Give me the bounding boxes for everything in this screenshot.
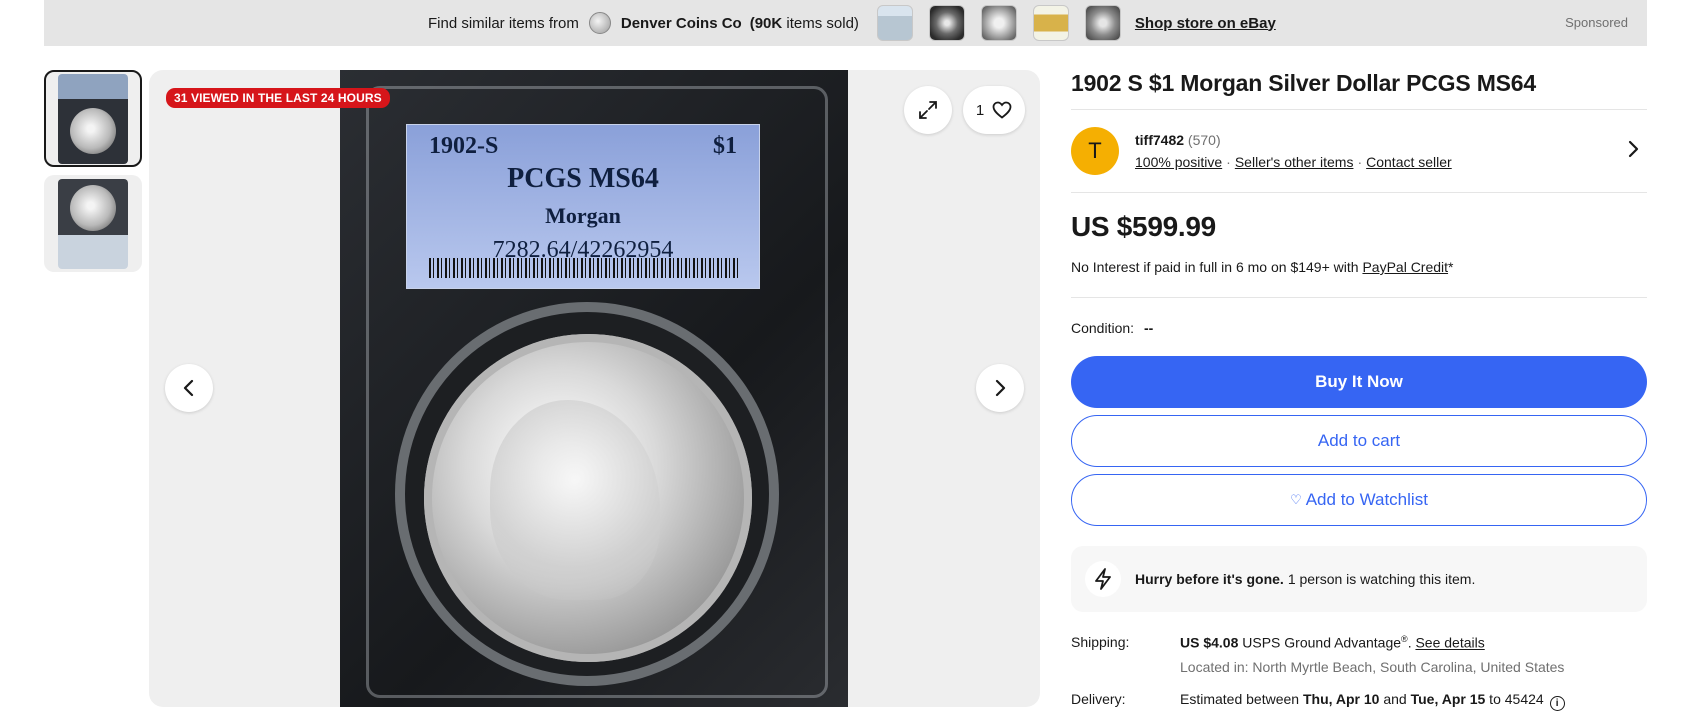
seller-links: 100% positive · Seller's other items · Conta… <box>1135 154 1452 170</box>
watch-count: 1 <box>975 101 985 119</box>
thumbnail-image <box>58 178 128 269</box>
banner-thumbnails <box>876 5 1121 41</box>
divider <box>1071 297 1647 298</box>
add-to-watchlist-label: Add to Watchlist <box>1305 490 1428 509</box>
shipping-period: . <box>1407 634 1412 651</box>
buy-it-now-button[interactable]: Buy It Now <box>1071 356 1647 408</box>
condition-label: Condition: <box>1071 320 1135 336</box>
banner-thumbnail[interactable] <box>1032 5 1069 41</box>
shipping-value: US $4.08 USPS Ground Advantage®. See det… <box>1180 634 1485 651</box>
store-logo-icon[interactable] <box>588 12 611 34</box>
items-sold-label: items sold) <box>782 14 859 32</box>
seller-identity: tiff7482 (570) <box>1135 132 1452 148</box>
expand-button[interactable] <box>904 86 952 134</box>
slab-denomination: $1 <box>713 133 737 159</box>
positive-feedback-link[interactable]: 100% positive <box>1135 154 1222 170</box>
bolt-icon <box>1095 568 1111 590</box>
financing-asterisk: * <box>1448 259 1454 275</box>
coin-slab-image: 1902-S $1 PCGS MS64 Morgan 7282.64/42262… <box>340 70 848 707</box>
thumbnail-image <box>58 73 128 164</box>
watch-count-button[interactable]: 1 <box>963 86 1025 134</box>
divider <box>1071 192 1647 193</box>
shipping-label: Shipping: <box>1071 634 1130 650</box>
item-info-panel: 1902 S $1 Morgan Silver Dollar PCGS MS64… <box>1071 66 1647 711</box>
condition-row: Condition: -- <box>1071 320 1647 336</box>
banner-thumbnail[interactable] <box>876 5 913 41</box>
chevron-right-icon <box>995 379 1006 397</box>
seller-card[interactable]: T tiff7482 (570) 100% positive · Seller's … <box>1071 110 1647 192</box>
banner-content: Find similar items from Denver Coins Co … <box>428 0 1276 46</box>
slab-barcode <box>429 258 739 278</box>
delivery-label: Delivery: <box>1071 690 1126 707</box>
financing-offer: No Interest if paid in full in 6 mo on $… <box>1071 259 1647 275</box>
delivery-zip: to 45424 <box>1485 690 1544 707</box>
chevron-right-icon[interactable] <box>1627 140 1639 158</box>
thumbnail-front[interactable] <box>44 70 142 167</box>
sponsored-label: Sponsored <box>1565 15 1628 30</box>
items-sold-count: (90K <box>749 14 783 32</box>
slab-label: 1902-S $1 PCGS MS64 Morgan 7282.64/42262… <box>406 124 760 289</box>
shipping-row: Shipping: US $4.08 USPS Ground Advantage… <box>1071 634 1647 651</box>
sponsored-store-banner: Find similar items from Denver Coins Co … <box>44 0 1647 46</box>
store-name[interactable]: Denver Coins Co <box>621 15 742 32</box>
main-image-stage[interactable]: 31 VIEWED IN THE LAST 24 HOURS 1902-S $1… <box>149 70 1040 707</box>
delivery-and: and <box>1379 690 1411 707</box>
separator-dot: · <box>1357 154 1363 170</box>
heart-icon: ♡ <box>1290 492 1302 507</box>
item-price: US $599.99 <box>1071 211 1216 242</box>
banner-thumbnail[interactable] <box>928 5 965 41</box>
condition-value: -- <box>1143 320 1154 336</box>
delivery-end: Tue, Apr 15 <box>1410 690 1486 707</box>
next-image-button[interactable] <box>976 364 1024 412</box>
slab-year: 1902-S <box>429 133 499 159</box>
financing-text: No Interest if paid in full in 6 mo on $… <box>1071 259 1363 275</box>
delivery-estimate: Estimated between Thu, Apr 10 and Tue, A… <box>1180 691 1565 711</box>
urgency-headline: Hurry before it's gone. <box>1135 571 1284 587</box>
delivery-prefix: Estimated between <box>1180 690 1303 707</box>
urgency-message: Hurry before it's gone. 1 person is watc… <box>1071 546 1647 612</box>
seller-other-items-link[interactable]: Seller's other items <box>1235 154 1354 170</box>
slab-type: Morgan <box>545 203 621 228</box>
info-icon[interactable]: i <box>1549 695 1565 711</box>
separator-dot: · <box>1226 154 1231 170</box>
seller-name[interactable]: tiff7482 <box>1135 132 1184 148</box>
previous-image-button[interactable] <box>165 364 213 412</box>
paypal-credit-link[interactable]: PayPal Credit <box>1362 259 1448 275</box>
add-to-watchlist-button[interactable]: ♡ Add to Watchlist <box>1071 474 1647 526</box>
chevron-left-icon <box>183 379 194 397</box>
shop-store-link[interactable]: Shop store on eBay <box>1135 15 1276 32</box>
slab-grade: PCGS MS64 <box>507 163 659 194</box>
item-location: Located in: North Myrtle Beach, South Ca… <box>1180 658 1565 675</box>
seller-avatar[interactable]: T <box>1071 127 1119 175</box>
contact-seller-link[interactable]: Contact seller <box>1366 154 1452 170</box>
thumbnail-rail <box>44 70 142 280</box>
delivery-start: Thu, Apr 10 <box>1302 690 1380 707</box>
views-badge: 31 VIEWED IN THE LAST 24 HOURS <box>166 88 390 108</box>
item-title: 1902 S $1 Morgan Silver Dollar PCGS MS64 <box>1071 70 1536 96</box>
shipping-cost: US $4.08 <box>1180 634 1239 651</box>
banner-thumbnail[interactable] <box>1084 5 1121 41</box>
bolt-icon-wrapper <box>1085 561 1121 597</box>
seller-details: tiff7482 (570) 100% positive · Seller's ot… <box>1135 132 1452 170</box>
add-to-cart-button[interactable]: Add to cart <box>1071 415 1647 467</box>
banner-find-text: Find similar items from <box>428 14 579 32</box>
seller-feedback-count: (570) <box>1187 132 1221 148</box>
thumbnail-back[interactable] <box>44 175 142 272</box>
urgency-text: 1 person is watching this item. <box>1287 571 1476 587</box>
delivery-row: Delivery: Estimated between Thu, Apr 10 … <box>1071 691 1647 711</box>
items-sold: (90K items sold) <box>750 15 859 32</box>
registered-mark: ® <box>1401 634 1408 644</box>
banner-thumbnail[interactable] <box>980 5 1017 41</box>
see-details-link[interactable]: See details <box>1415 635 1484 651</box>
heart-icon <box>992 101 1012 119</box>
expand-icon <box>919 101 937 119</box>
shipping-service: USPS Ground Advantage <box>1238 634 1402 651</box>
